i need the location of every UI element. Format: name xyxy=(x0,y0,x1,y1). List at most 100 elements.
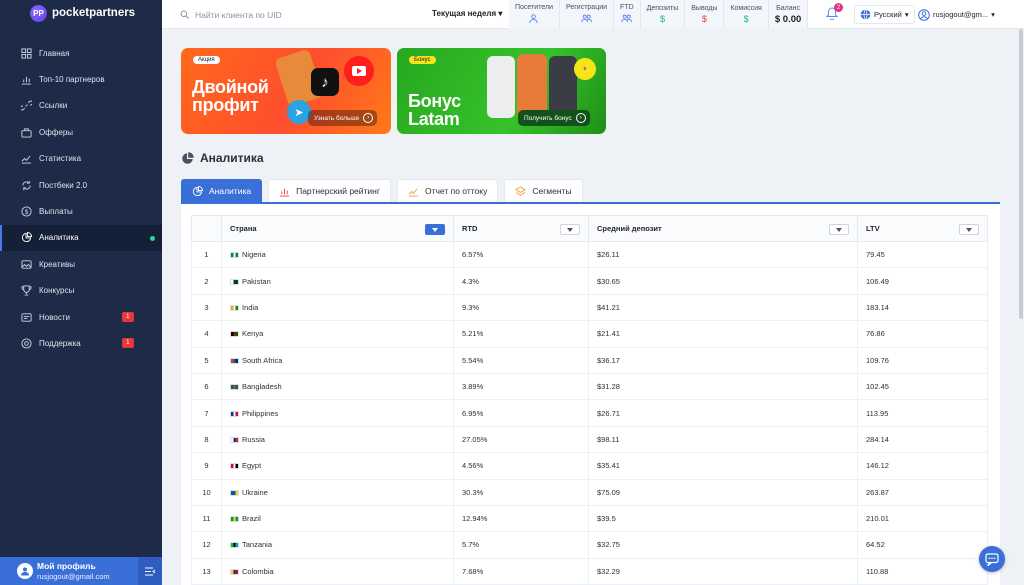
column-header-country[interactable]: Страна xyxy=(221,215,454,242)
sidebar-item-line-chart[interactable]: Статистика xyxy=(0,146,162,172)
flag-icon xyxy=(230,278,239,285)
tab-3[interactable]: Сегменты xyxy=(504,179,583,202)
sidebar-item-label: Ссылки xyxy=(39,101,68,111)
logo[interactable]: PP pocketpartners xyxy=(30,4,135,22)
table-row[interactable]: 4 Kenya 5.21% $21.41 76.86 xyxy=(191,320,988,348)
stat-label: Посетители xyxy=(515,3,553,11)
scrollbar-thumb[interactable] xyxy=(1019,29,1023,319)
column-header-ltv[interactable]: LTV xyxy=(857,215,988,242)
column-header-rtd[interactable]: RTD xyxy=(453,215,589,242)
rtd-cell: 9.3% xyxy=(453,293,589,322)
period-select[interactable]: Текущая неделя ▾ xyxy=(432,9,502,18)
tab-label: Аналитика xyxy=(209,186,252,196)
sort-button[interactable] xyxy=(560,224,580,235)
profile-email: rusjogout@gmail.com xyxy=(37,572,110,581)
flag-icon xyxy=(230,384,239,391)
table-row[interactable]: 2 Pakistan 4.3% $30.65 106.49 xyxy=(191,267,988,295)
tab-2[interactable]: Отчет по оттоку xyxy=(396,179,499,202)
promo-banner-double-profit[interactable]: Акция Двойной профит ♪ ➤ Узнать больше › xyxy=(181,48,391,134)
country-cell: Colombia xyxy=(221,557,454,585)
table-row[interactable]: 12 Tanzania 5.7% $32.75 64.52 xyxy=(191,531,988,559)
country-name: Tanzania xyxy=(242,540,273,550)
language-select[interactable]: Русский ▾ xyxy=(854,5,915,24)
table-row[interactable]: 6 Bangladesh 3.89% $31.28 102.45 xyxy=(191,372,988,401)
row-number: 7 xyxy=(191,399,222,427)
link-icon xyxy=(20,100,32,112)
rtd-cell: 4.56% xyxy=(453,452,589,480)
collapse-sidebar-button[interactable] xyxy=(138,557,162,585)
sidebar-item-briefcase[interactable]: Офферы xyxy=(0,119,162,145)
client-search[interactable]: Найти клиента по UID xyxy=(180,0,282,29)
support-chat-button[interactable] xyxy=(979,546,1005,572)
column-header-avg-deposit[interactable]: Средний депозит xyxy=(588,215,858,242)
flag-icon xyxy=(230,568,239,575)
ltv-cell: 113.95 xyxy=(857,399,988,427)
sidebar-item-pie-chart[interactable]: Аналитика xyxy=(0,224,162,252)
sidebar-item-dashboard[interactable]: Главная xyxy=(0,40,162,66)
ltv-cell: 64.52 xyxy=(857,531,988,559)
table-row[interactable]: 10 Ukraine 30.3% $75.09 263.87 xyxy=(191,478,988,506)
flag-icon xyxy=(230,436,239,443)
sort-icon xyxy=(432,227,438,232)
country-cell: Tanzania xyxy=(221,531,454,559)
sort-button[interactable] xyxy=(959,224,979,235)
sidebar-item-chart[interactable]: Топ-10 партнеров xyxy=(0,66,162,92)
chevron-down-icon: ▾ xyxy=(498,9,503,18)
sidebar-item-link[interactable]: Ссылки xyxy=(0,93,162,119)
country-name: Bangladesh xyxy=(242,382,282,392)
stat-4: Выводы $ xyxy=(685,0,725,29)
table-row[interactable]: 8 Russia 27.05% $98.11 284.14 xyxy=(191,425,988,454)
avg-deposit-cell: $31.28 xyxy=(588,372,858,401)
sidebar-item-image[interactable]: Креативы xyxy=(0,251,162,277)
user-menu[interactable]: rusjogout@gm... ▾ xyxy=(918,5,995,24)
promo-banner-bonus-latam[interactable]: Бонус Бонус Latam ★ Получить бонус › xyxy=(397,48,606,134)
row-number: 11 xyxy=(191,504,222,533)
sort-button[interactable] xyxy=(425,224,445,235)
table-row[interactable]: 9 Egypt 4.56% $35.41 146.12 xyxy=(191,452,988,480)
table-row[interactable]: 3 India 9.3% $41.21 183.14 xyxy=(191,293,988,322)
table-row[interactable]: 11 Brazil 12.94% $39.5 210.01 xyxy=(191,504,988,533)
sidebar-item-dollar[interactable]: $ Выплаты xyxy=(0,198,162,224)
profile-bar[interactable]: Мой профиль rusjogout@gmail.com xyxy=(0,557,162,585)
notifications-button[interactable]: 2 xyxy=(825,3,843,22)
table-row[interactable]: 7 Philippines 6.95% $26.71 113.95 xyxy=(191,399,988,427)
avg-deposit-cell: $32.75 xyxy=(588,531,858,559)
chevron-down-icon: ▾ xyxy=(904,10,909,19)
user-email: rusjogout@gm... xyxy=(933,10,989,19)
sidebar-item-label: Главная xyxy=(39,48,70,58)
table-row[interactable]: 1 Nigeria 6.57% $26.11 79.45 xyxy=(191,240,988,269)
country-name: India xyxy=(242,302,259,312)
stat-label: FTD xyxy=(620,3,634,11)
briefcase-icon xyxy=(20,126,32,138)
period-label: Текущая неделя xyxy=(432,9,497,18)
sort-button[interactable] xyxy=(829,224,849,235)
tab-label: Сегменты xyxy=(532,186,572,196)
stat-1: Регистрации xyxy=(560,0,615,29)
profile-name: Мой профиль xyxy=(37,561,96,571)
ltv-cell: 106.49 xyxy=(857,267,988,295)
search-input[interactable]: Найти клиента по UID xyxy=(195,10,282,20)
phone-image xyxy=(487,56,515,118)
row-number: 9 xyxy=(191,452,222,480)
avg-deposit-cell: $39.5 xyxy=(588,504,858,533)
sidebar-item-news[interactable]: Новости 1 xyxy=(0,304,162,330)
avatar xyxy=(17,563,33,579)
sidebar-item-postback[interactable]: Постбеки 2.0 xyxy=(0,172,162,198)
row-number: 1 xyxy=(191,240,222,269)
tab-0[interactable]: Аналитика xyxy=(181,179,263,202)
avg-deposit-cell: $30.65 xyxy=(588,267,858,295)
news-icon xyxy=(20,311,32,323)
get-bonus-button[interactable]: Получить бонус › xyxy=(518,110,590,126)
tab-1[interactable]: Партнерский рейтинг xyxy=(268,179,391,202)
rtd-cell: 27.05% xyxy=(453,425,589,454)
table-row[interactable]: 13 Colombia 7.68% $32.29 110.88 xyxy=(191,557,988,585)
analytics-table-card: Страна RTD Средний депозит LTV 1 Nigeria 6… xyxy=(181,202,1000,585)
stat-label: Выводы xyxy=(691,5,718,12)
row-number: 13 xyxy=(191,557,222,585)
learn-more-button[interactable]: Узнать больше › xyxy=(308,110,378,126)
sidebar-item-support[interactable]: Поддержка 1 xyxy=(0,330,162,356)
table-row[interactable]: 5 South Africa 5.54% $36.17 109.76 xyxy=(191,346,988,374)
sidebar-item-trophy[interactable]: Конкурсы xyxy=(0,278,162,304)
balance-label: Баланс xyxy=(776,4,800,12)
page-scrollbar[interactable] xyxy=(1018,29,1024,585)
